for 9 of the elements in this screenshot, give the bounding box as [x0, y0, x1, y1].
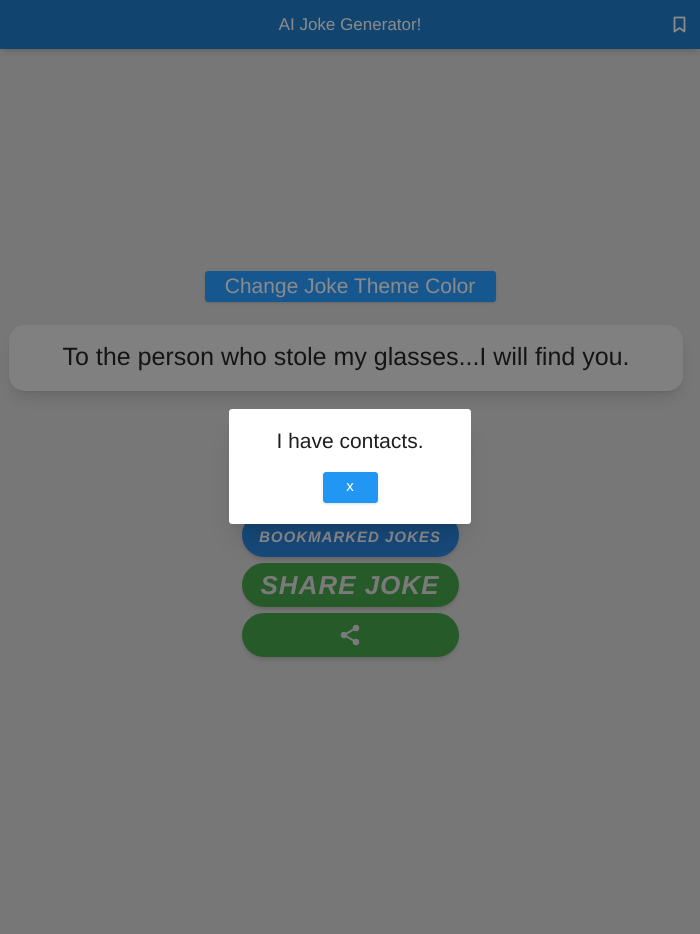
- share-button[interactable]: [242, 613, 458, 657]
- joke-text: To the person who stole my glasses...I will find you.: [9, 325, 683, 391]
- close-button[interactable]: x: [322, 472, 378, 502]
- share-icon: [340, 624, 360, 646]
- theme-color-button[interactable]: Change Joke Theme Color: [204, 271, 496, 302]
- app-title: AI Joke Generator!: [278, 14, 422, 36]
- jokes-button[interactable]: SHARE JOKE: [242, 563, 458, 607]
- bookmark-icon[interactable]: [673, 16, 686, 33]
- dialog-message: I have contacts.: [276, 429, 424, 455]
